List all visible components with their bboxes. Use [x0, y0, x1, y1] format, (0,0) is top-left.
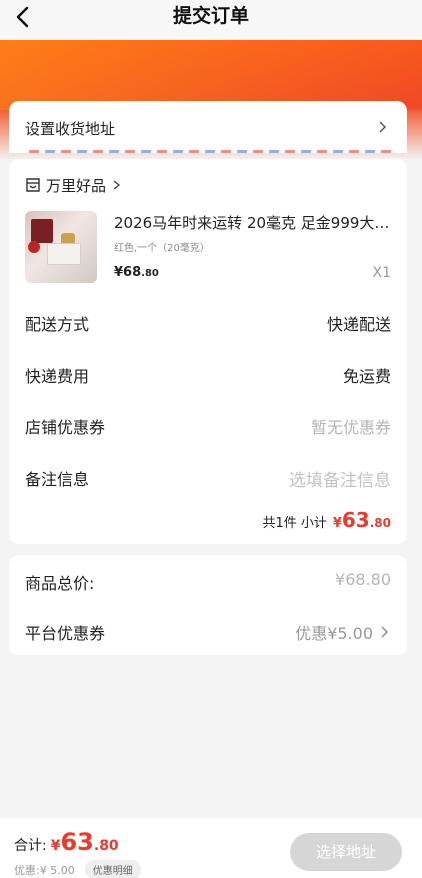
goods-total-value: ¥68.80 [335, 570, 391, 589]
discount-amount: 优惠:¥ 5.00 [14, 863, 75, 877]
subtotal-integer: 63 [341, 508, 370, 532]
subtotal-symbol: ¥ [332, 516, 342, 531]
shipping-fee-row: 快递费用 免运费 [25, 363, 391, 387]
product-quantity: X1 [372, 265, 392, 281]
product-title: 2026马年时来运转 20毫克 足金999大… [114, 214, 390, 232]
chevron-right-icon [381, 626, 388, 638]
select-address-button[interactable]: 选择地址 [290, 833, 402, 871]
price-symbol: ¥ [114, 265, 124, 280]
address-stripe-divider [29, 150, 393, 153]
price-integer: 68 [123, 265, 142, 280]
price-decimal: .80 [141, 268, 159, 279]
nav-bar: 提交订单 [0, 0, 422, 40]
product-price: ¥68.80 [114, 265, 159, 280]
subtotal-prefix: 共1件 小计 [262, 516, 327, 531]
total-integer: 63 [60, 828, 94, 856]
goods-total-row: 商品总价: ¥68.80 [25, 570, 391, 594]
remark-row: 备注信息 选填备注信息 [25, 466, 391, 491]
shop-link[interactable]: 万里好品 [25, 175, 122, 195]
chevron-right-icon [379, 121, 387, 133]
shipping-fee-value: 免运费 [342, 367, 391, 386]
shop-name: 万里好品 [46, 176, 107, 195]
total-label: 合计: [14, 838, 47, 854]
platform-coupon-value: 优惠¥5.00 [295, 624, 373, 643]
subtotal-amount: ¥63.80 [333, 508, 391, 532]
platform-coupon-row[interactable]: 平台优惠券 优惠¥5.00 [25, 620, 391, 644]
subtotal-decimal: .80 [369, 516, 391, 530]
goods-total-label: 商品总价: [25, 574, 95, 593]
remark-input[interactable]: 选填备注信息 [289, 466, 391, 491]
page-title: 提交订单 [172, 5, 249, 27]
shipping-fee-label: 快递费用 [25, 367, 90, 386]
shop-icon [26, 178, 40, 192]
chevron-right-icon [113, 180, 121, 190]
order-subtotal: 共1件 小计 ¥63.80 [262, 508, 391, 532]
order-card: 万里好品 2026马年时来运转 20毫克 足金999大… 红色,一个（20毫克）… [9, 159, 407, 544]
product-image[interactable] [25, 211, 97, 283]
delivery-method-label: 配送方式 [25, 315, 90, 334]
store-coupon-label: 店铺优惠券 [25, 418, 106, 437]
address-selector[interactable]: 设置收货地址 [9, 101, 407, 153]
price-summary-card: 商品总价: ¥68.80 平台优惠券 优惠¥5.00 [9, 555, 407, 655]
address-label: 设置收货地址 [25, 120, 116, 138]
total-symbol: ¥ [50, 838, 61, 854]
checkout-bar: 合计: ¥ 63 .80 优惠:¥ 5.00 优惠明细 选择地址 [0, 818, 422, 878]
discount-info: 优惠:¥ 5.00 优惠明细 [14, 860, 141, 878]
store-coupon-row[interactable]: 店铺优惠券 暂无优惠券 [25, 414, 391, 438]
delivery-method-value: 快递配送 [326, 315, 391, 334]
platform-coupon-label: 平台优惠券 [25, 624, 106, 643]
discount-detail-button[interactable]: 优惠明细 [84, 860, 141, 878]
total-amount: 合计: ¥ 63 .80 [14, 828, 119, 856]
product-spec: 红色,一个（20毫克） [114, 243, 210, 254]
remark-label: 备注信息 [25, 470, 90, 489]
store-coupon-value: 暂无优惠券 [310, 418, 391, 437]
delivery-method-row[interactable]: 配送方式 快递配送 [25, 311, 391, 335]
total-decimal: .80 [93, 838, 119, 854]
